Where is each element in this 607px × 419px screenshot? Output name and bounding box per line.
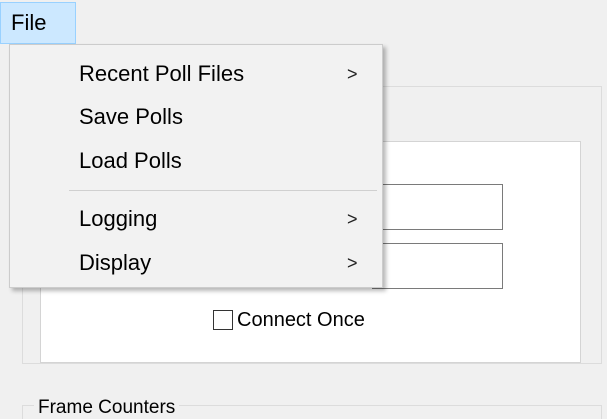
menu-separator (69, 190, 377, 191)
text-input-1[interactable] (372, 184, 503, 230)
connect-once-option[interactable]: Connect Once (213, 306, 365, 334)
menu-file-label: File (11, 10, 47, 35)
menu-item-label: Save Polls (79, 104, 183, 129)
menu-file[interactable]: File (0, 2, 76, 44)
chevron-right-icon: > (347, 209, 358, 229)
connect-once-label: Connect Once (237, 309, 365, 331)
chevron-right-icon: > (347, 64, 358, 84)
menu-item-save-polls[interactable]: Save Polls (10, 97, 382, 137)
menu-item-display[interactable]: Display > (10, 243, 382, 283)
chevron-right-icon: > (347, 253, 358, 273)
menu-item-label: Logging (79, 206, 158, 231)
menu-item-label: Recent Poll Files (79, 61, 245, 86)
menu-bar: File (0, 0, 607, 44)
menu-item-label: Display (79, 250, 152, 275)
menu-item-recent-poll-files[interactable]: Recent Poll Files > (10, 54, 382, 94)
frame-counters-label: Frame Counters (34, 396, 180, 419)
menu-item-label: Load Polls (79, 148, 182, 173)
text-input-2[interactable] (372, 243, 503, 289)
menu-item-load-polls[interactable]: Load Polls (10, 141, 382, 181)
menu-item-logging[interactable]: Logging > (10, 199, 382, 239)
app-window: Connect Once Frame Counters File Recent … (0, 0, 607, 419)
connect-once-checkbox[interactable] (213, 310, 233, 330)
file-menu-dropdown: Recent Poll Files > Save Polls Load Poll… (9, 44, 383, 288)
